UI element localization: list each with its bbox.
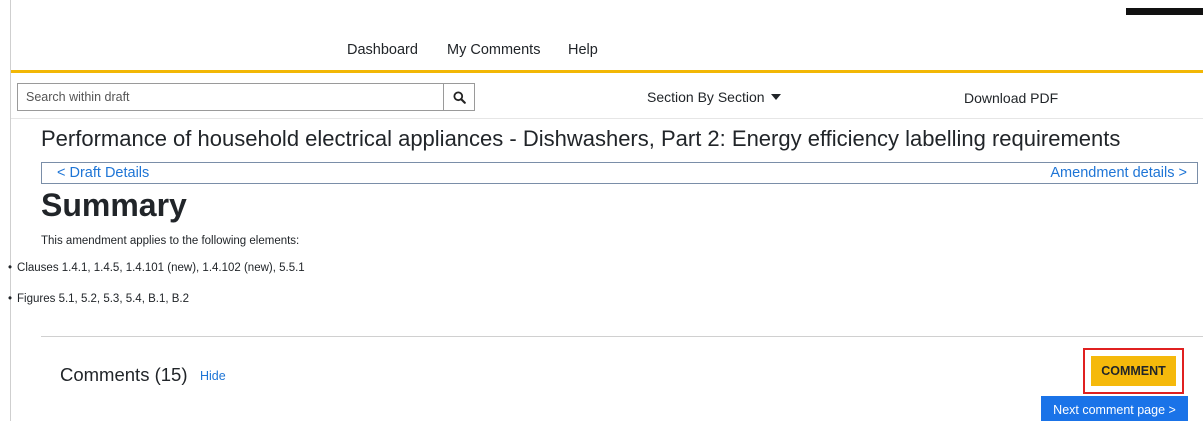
download-pdf-link[interactable]: Download PDF [964, 90, 1058, 106]
draft-navigation: < Draft Details Amendment details > [41, 162, 1198, 184]
summary-list: Clauses 1.4.1, 1.4.5, 1.4.101 (new), 1.4… [8, 262, 305, 324]
list-item-text: Figures 5.1, 5.2, 5.3, 5.4, B.1, B.2 [17, 293, 189, 305]
list-item: Clauses 1.4.1, 1.4.5, 1.4.101 (new), 1.4… [8, 262, 305, 293]
nav-dashboard[interactable]: Dashboard [347, 42, 418, 58]
search-button[interactable] [443, 83, 475, 111]
search-input[interactable] [17, 83, 444, 111]
nav-help[interactable]: Help [568, 42, 598, 58]
amendment-details-link[interactable]: Amendment details > [1050, 165, 1187, 181]
list-item: Figures 5.1, 5.2, 5.3, 5.4, B.1, B.2 [8, 293, 305, 324]
page-title: Performance of household electrical appl… [41, 126, 1121, 151]
list-item-text: Clauses 1.4.1, 1.4.5, 1.4.101 (new), 1.4… [17, 262, 305, 274]
summary-intro: This amendment applies to the following … [41, 235, 300, 247]
top-navigation: Dashboard My Comments Help [11, 32, 1203, 73]
summary-heading: Summary [41, 187, 187, 223]
search-box [17, 83, 475, 111]
toolbar-divider [11, 118, 1203, 119]
comments-heading: Comments (15) [60, 364, 188, 385]
top-bar-decoration [1126, 8, 1203, 15]
draft-details-link[interactable]: < Draft Details [57, 165, 149, 181]
hide-comments-link[interactable]: Hide [200, 369, 226, 383]
comment-button[interactable]: COMMENT [1091, 356, 1176, 386]
next-comment-page-button[interactable]: Next comment page > [1041, 396, 1188, 421]
section-view-dropdown[interactable]: Section By Section [647, 89, 781, 105]
section-view-label: Section By Section [647, 89, 765, 105]
search-icon [452, 90, 466, 104]
comments-divider [41, 336, 1203, 337]
caret-down-icon [770, 94, 781, 100]
nav-my-comments[interactable]: My Comments [447, 42, 540, 58]
